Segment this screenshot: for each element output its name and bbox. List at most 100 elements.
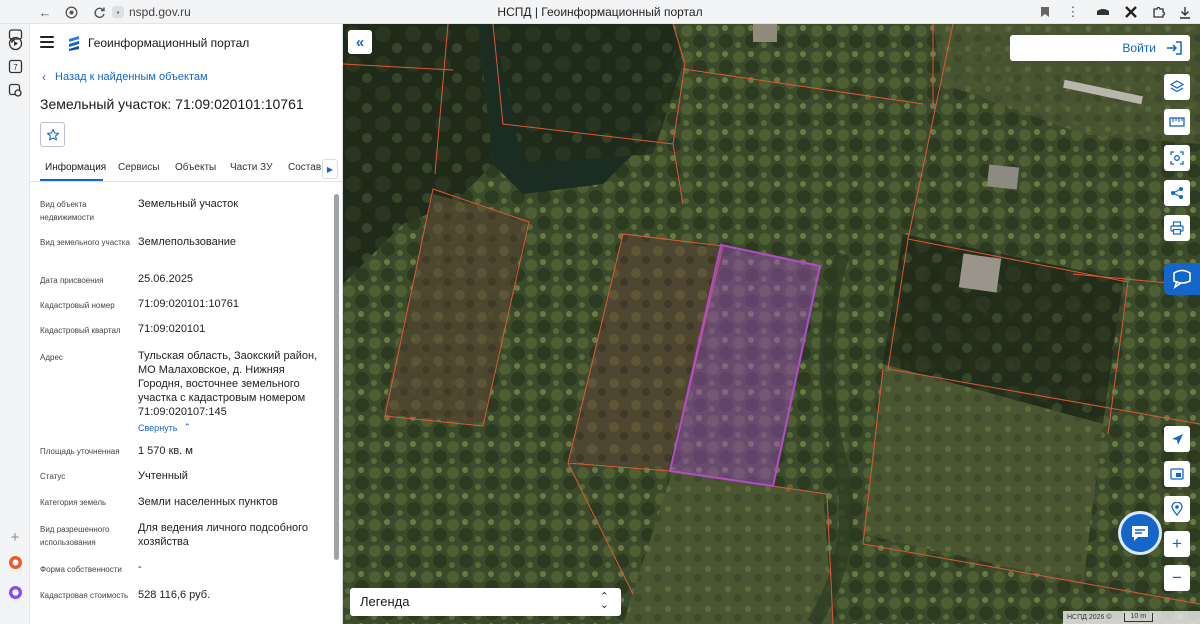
basemap-button[interactable] <box>1164 461 1190 487</box>
ruler-icon <box>1169 117 1185 127</box>
property-label: Адрес <box>40 353 63 362</box>
chevron-up-icon: ⌃ <box>183 422 192 432</box>
zoom-out-button[interactable]: − <box>1164 565 1190 591</box>
property-value: Землепользование <box>138 236 237 248</box>
select-area-icon <box>1170 151 1184 165</box>
help-button[interactable] <box>1164 263 1200 295</box>
browser-sidebar: 7 + <box>0 24 30 624</box>
assistant-icon[interactable] <box>7 554 23 570</box>
tab-composition[interactable]: Состав <box>288 162 321 173</box>
download-icon[interactable] <box>1176 3 1194 21</box>
map-attribution: НСПД 2026 © 10 m <box>1063 611 1200 624</box>
chat-icon <box>1132 526 1148 541</box>
add-panel-icon[interactable]: + <box>7 529 23 546</box>
extension-cap-icon[interactable] <box>1094 3 1112 21</box>
scale-bar: 10 m <box>1123 613 1154 622</box>
calendar-icon[interactable]: 7 <box>7 58 23 74</box>
calendar-badge-text: 7 <box>13 63 18 72</box>
property-label: Кадастровая стоимость <box>40 591 129 600</box>
address-value: Тульская область, Заокский район, МО Мал… <box>138 350 318 418</box>
active-tab-indicator <box>40 179 103 181</box>
back-arrow-icon[interactable]: ← <box>36 3 54 21</box>
portal-logo-icon <box>69 36 79 51</box>
bookmark-icon[interactable] <box>1036 3 1054 21</box>
login-label: Войти <box>1122 41 1156 55</box>
select-area-button[interactable] <box>1164 145 1190 171</box>
share-button[interactable] <box>1164 180 1190 206</box>
property-label: Площадь уточненная <box>40 447 120 456</box>
panel-header: Геоинформационный портал <box>30 24 342 62</box>
object-info-panel: Геоинформационный портал ‹ Назад к найде… <box>30 24 343 624</box>
property-label: Вид разрешенного использования <box>40 525 110 547</box>
browser-toolbar: ← ▪ nspd.gov.ru НСПД | Геоинформационный… <box>0 0 1200 24</box>
property-label: Дата присвоения <box>40 276 104 285</box>
satellite-imagery <box>343 24 1200 624</box>
ruler-button[interactable] <box>1164 109 1190 135</box>
tab-parcel-parts[interactable]: Части ЗУ <box>230 162 272 173</box>
property-label: Кадастровый номер <box>40 301 115 310</box>
favorite-button[interactable] <box>40 122 65 147</box>
property-label: Кадастровый квартал <box>40 326 121 335</box>
login-button[interactable]: Войти <box>1010 35 1190 61</box>
shield-icon[interactable] <box>62 3 80 21</box>
info-tabs: Информация Сервисы Объекты Части ЗУ Сост… <box>30 158 342 182</box>
chat-button[interactable] <box>1118 511 1162 555</box>
property-value: Для ведения личного подсобного хозяйства <box>138 522 309 548</box>
collapse-panel-button[interactable]: « <box>348 30 372 54</box>
locate-button[interactable] <box>1164 426 1190 452</box>
layers-button[interactable] <box>1164 74 1190 100</box>
property-label: Категория земель <box>40 498 107 507</box>
map-view[interactable]: « Войти + − Легенда ⌃ ⌄ НСПД 2026 © 10 m <box>343 24 1200 624</box>
tab-information[interactable]: Информация <box>45 162 106 173</box>
status-value: Учтенный <box>138 470 188 482</box>
print-button[interactable] <box>1164 215 1190 241</box>
geolocation-button[interactable] <box>1164 496 1190 522</box>
tab-services[interactable]: Сервисы <box>118 162 159 173</box>
property-value: 71:09:020101:10761 <box>138 298 239 310</box>
menu-icon[interactable] <box>40 36 54 48</box>
cadastral-value: 528 116,6 руб. <box>138 589 211 601</box>
property-label: Вид земельного участка <box>40 238 130 247</box>
extension-x-icon[interactable] <box>1122 3 1140 21</box>
attribution-text: НСПД 2026 © <box>1067 614 1112 621</box>
back-to-results-link[interactable]: ‹ Назад к найденным объектам <box>42 70 208 84</box>
tab-objects[interactable]: Объекты <box>175 162 216 173</box>
basemap-icon <box>1170 468 1184 480</box>
address-bar[interactable]: ▪ nspd.gov.ru <box>112 3 198 21</box>
layers-icon <box>1170 80 1184 93</box>
geolocation-icon <box>1171 502 1183 516</box>
more-vertical-icon[interactable]: ⋮ <box>1064 3 1082 21</box>
address-text: nspd.gov.ru <box>129 5 191 19</box>
tabs-scroll-right-button[interactable]: ▶ <box>322 159 338 179</box>
login-icon <box>1167 41 1182 55</box>
chevron-left-icon: ‹ <box>42 70 46 84</box>
property-label: Статус <box>40 472 66 481</box>
alice-icon[interactable] <box>7 584 23 600</box>
locate-icon <box>1171 433 1183 445</box>
collapse-address-link[interactable]: Свернуть ⌃ <box>138 422 191 433</box>
legend-panel[interactable]: Легенда ⌃ ⌄ <box>350 588 621 616</box>
property-value: 71:09:020101 <box>138 323 206 335</box>
back-link-label: Назад к найденным объектам <box>55 71 208 83</box>
print-icon <box>1170 221 1184 235</box>
property-label: Форма собственности <box>40 565 122 574</box>
extension-puzzle-icon[interactable] <box>1150 3 1168 21</box>
gallery-icon[interactable] <box>7 82 23 98</box>
star-icon <box>46 128 59 140</box>
expand-collapse-icon[interactable]: ⌃ ⌄ <box>600 592 609 611</box>
reload-icon[interactable] <box>90 3 108 21</box>
panel-scrollbar[interactable] <box>334 194 339 560</box>
property-label: Вид объекта недвижимости <box>40 200 94 222</box>
collapse-link-label: Свернуть <box>138 422 178 433</box>
property-value: 1 570 кв. м <box>138 445 193 457</box>
zoom-in-button[interactable]: + <box>1164 531 1190 557</box>
portal-title: Геоинформационный портал <box>88 36 250 50</box>
play-circle-icon[interactable] <box>7 35 23 51</box>
legend-label: Легенда <box>360 594 410 609</box>
property-value: Земельный участок <box>138 198 239 210</box>
share-icon <box>1171 187 1183 199</box>
property-value: 25.06.2025 <box>138 273 194 285</box>
lock-icon: ▪ <box>112 6 124 18</box>
property-value: Земли населенных пунктов <box>138 496 278 508</box>
help-chat-icon <box>1173 269 1191 289</box>
